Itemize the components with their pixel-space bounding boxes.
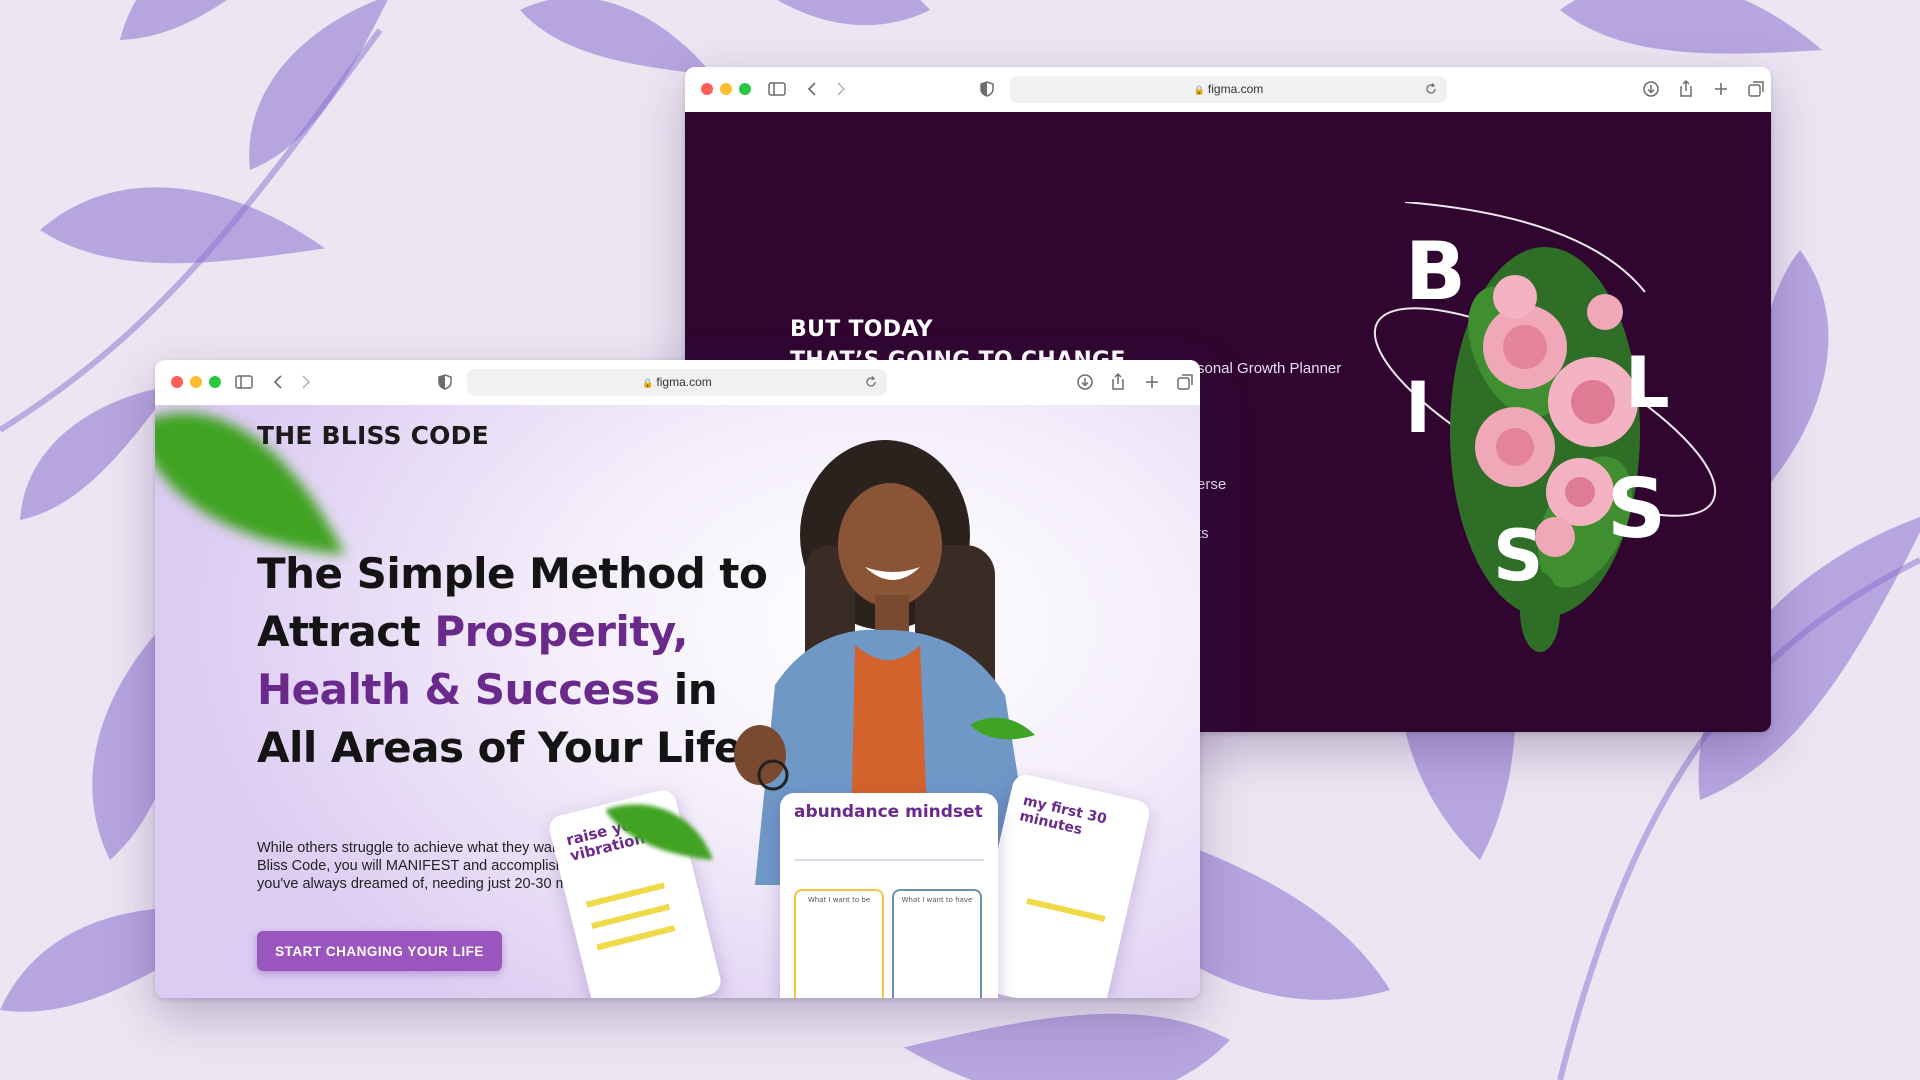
forward-chevron-icon[interactable] bbox=[295, 372, 315, 392]
reload-icon[interactable] bbox=[863, 374, 879, 390]
card-highlight bbox=[1026, 897, 1106, 922]
sidebar-toggle-icon[interactable] bbox=[234, 372, 254, 392]
back-chevron-icon[interactable] bbox=[803, 79, 823, 99]
start-changing-button[interactable]: START CHANGING YOUR LIFE bbox=[257, 931, 502, 971]
new-tab-icon[interactable] bbox=[1142, 372, 1162, 392]
close-window-button[interactable] bbox=[701, 83, 713, 95]
card-title: abundance mindset bbox=[794, 802, 983, 822]
partial-text-line: erse bbox=[1197, 476, 1227, 493]
url-text: 🔒 figma.com bbox=[642, 375, 712, 389]
face bbox=[838, 483, 942, 607]
logo-letter: S bbox=[1607, 462, 1666, 557]
planner-card-center: abundance mindset What I want to be What… bbox=[780, 793, 998, 998]
share-icon[interactable] bbox=[1676, 79, 1696, 99]
window-controls bbox=[701, 83, 751, 95]
back-chevron-icon[interactable] bbox=[269, 372, 289, 392]
brand-name: THE BLISS CODE bbox=[257, 421, 489, 450]
landing-page-content: THE BLISS CODE The Simple Method to Attr… bbox=[155, 405, 1200, 998]
partial-text-line: sonal Growth Planner bbox=[1197, 360, 1342, 377]
address-bar[interactable]: 🔒 figma.com bbox=[1010, 76, 1447, 103]
card-highlight bbox=[591, 903, 671, 929]
new-tab-icon[interactable] bbox=[1711, 79, 1731, 99]
tab-overview-icon[interactable] bbox=[1175, 372, 1195, 392]
browser-toolbar: 🔒 figma.com bbox=[685, 67, 1771, 113]
logo-letter: I bbox=[1405, 367, 1431, 449]
browser-window-front: 🔒 figma.com THE BLISS CODE The Simple Met… bbox=[155, 360, 1200, 998]
card-highlight bbox=[596, 925, 676, 951]
hero-headline: The Simple Method to Attract Prosperity,… bbox=[257, 549, 768, 772]
logo-letter: L bbox=[1625, 342, 1670, 424]
download-icon[interactable] bbox=[1075, 372, 1095, 392]
download-icon[interactable] bbox=[1641, 79, 1661, 99]
want-to-be-box: What I want to be bbox=[794, 889, 884, 998]
maximize-window-button[interactable] bbox=[739, 83, 751, 95]
card-divider bbox=[794, 859, 984, 861]
logo-letter: B bbox=[1405, 225, 1466, 318]
window-controls bbox=[171, 376, 221, 388]
bliss-rose-logo: B L I S S bbox=[1373, 202, 1717, 652]
want-to-have-box: What I want to have bbox=[892, 889, 982, 998]
maximize-window-button[interactable] bbox=[209, 376, 221, 388]
shield-icon[interactable] bbox=[435, 372, 455, 392]
minimize-window-button[interactable] bbox=[720, 83, 732, 95]
url-text: 🔒 figma.com bbox=[1193, 82, 1264, 96]
card-title: my first 30 minutes bbox=[1017, 792, 1109, 839]
card-highlight bbox=[585, 882, 665, 908]
share-icon[interactable] bbox=[1108, 372, 1128, 392]
reload-icon[interactable] bbox=[1423, 81, 1439, 97]
close-window-button[interactable] bbox=[171, 376, 183, 388]
neck bbox=[875, 595, 909, 635]
blurred-leaf-bottom bbox=[605, 804, 713, 860]
tab-overview-icon[interactable] bbox=[1746, 79, 1766, 99]
box-label: What I want to be bbox=[807, 896, 871, 904]
minimize-window-button[interactable] bbox=[190, 376, 202, 388]
shield-icon[interactable] bbox=[977, 79, 997, 99]
forward-chevron-icon[interactable] bbox=[830, 79, 850, 99]
box-label: What I want to have bbox=[901, 896, 973, 904]
browser-toolbar: 🔒 figma.com bbox=[155, 360, 1200, 406]
sidebar-toggle-icon[interactable] bbox=[767, 79, 787, 99]
address-bar[interactable]: 🔒 figma.com bbox=[467, 369, 887, 396]
logo-letter: S bbox=[1493, 515, 1543, 597]
